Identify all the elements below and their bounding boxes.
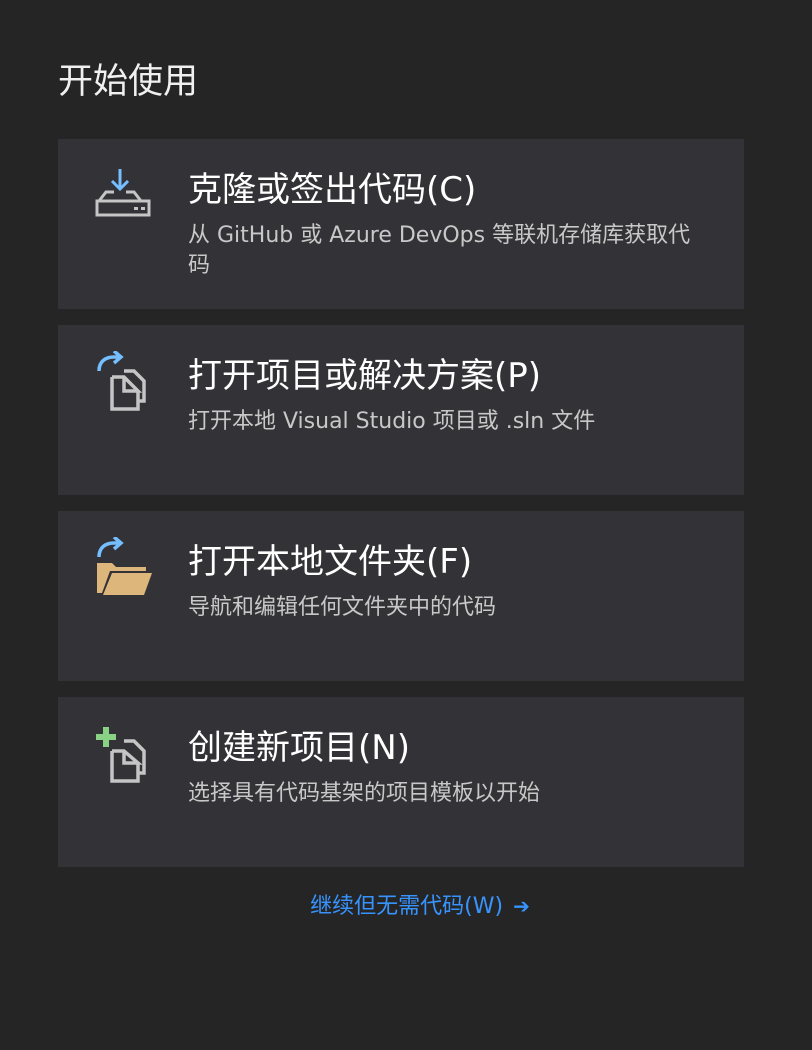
clone-checkout-card[interactable]: 克隆或签出代码(C) 从 GitHub 或 Azure DevOps 等联机存储… (58, 139, 744, 309)
card-description: 打开本地 Visual Studio 项目或 .sln 文件 (188, 409, 596, 434)
page-title: 开始使用 (58, 62, 199, 102)
card-title: 打开本地文件夹(F) (188, 542, 473, 582)
card-description: 从 GitHub 或 Azure DevOps 等联机存储库获取代码 (188, 223, 691, 278)
continue-link-label: 继续但无需代码(W) (310, 894, 504, 919)
card-title: 克隆或签出代码(C) (188, 170, 477, 210)
card-description: 导航和编辑任何文件夹中的代码 (188, 595, 497, 620)
open-project-icon (94, 351, 154, 411)
card-description: 选择具有代码基架的项目模板以开始 (188, 781, 541, 806)
card-title: 创建新项目(N) (188, 728, 410, 768)
arrow-right-icon: ➔ (513, 894, 530, 918)
open-folder-icon (94, 537, 154, 597)
new-project-card[interactable]: 创建新项目(N) 选择具有代码基架的项目模板以开始 (58, 697, 744, 867)
continue-without-code-link[interactable]: 继续但无需代码(W) ➔ (0, 888, 812, 925)
open-folder-card[interactable]: 打开本地文件夹(F) 导航和编辑任何文件夹中的代码 (58, 511, 744, 681)
new-project-icon (94, 723, 154, 783)
clone-download-icon (94, 165, 154, 225)
card-title: 打开项目或解决方案(P) (188, 356, 542, 396)
open-project-card[interactable]: 打开项目或解决方案(P) 打开本地 Visual Studio 项目或 .sln… (58, 325, 744, 495)
